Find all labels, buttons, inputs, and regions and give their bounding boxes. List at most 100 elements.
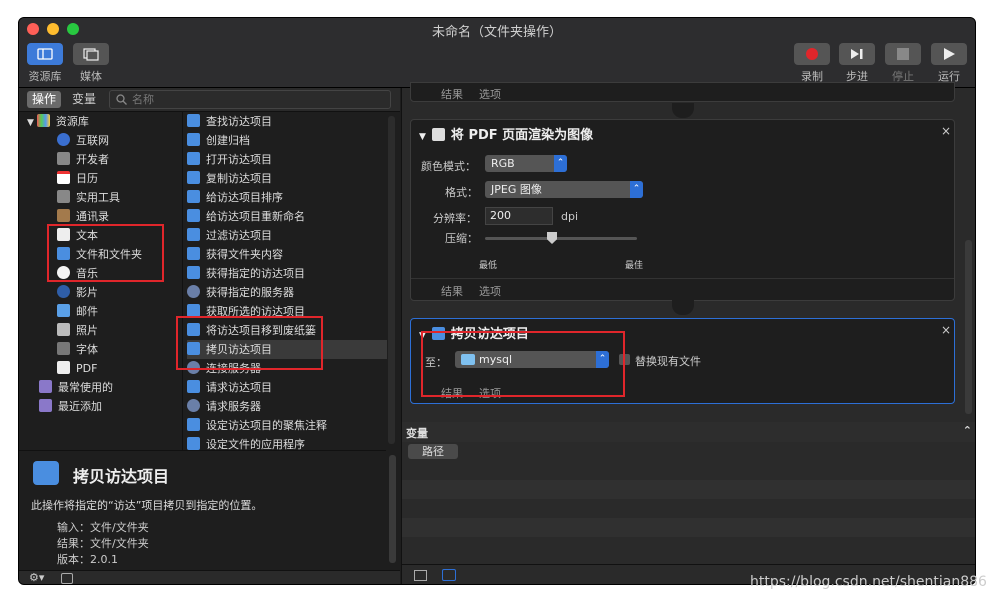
finder-icon [187, 209, 200, 222]
action-item[interactable]: 获得指定的访达项目 [187, 264, 387, 283]
library-icon [36, 114, 50, 127]
category-utilities[interactable]: 实用工具 [57, 188, 120, 207]
step-icon [851, 49, 863, 59]
category-calendar[interactable]: 日历 [57, 169, 98, 188]
variables-row [402, 499, 975, 518]
action-item[interactable]: 打开访达项目 [187, 150, 387, 169]
description-text: 此操作将指定的“访达”项目拷贝到指定的位置。 [31, 499, 263, 512]
replace-existing-label: 替换现有文件 [635, 355, 701, 368]
category-fonts[interactable]: 字体 [57, 340, 98, 359]
action-description: 拷贝访达项目 此操作将指定的“访达”项目拷贝到指定的位置。 输入：文件/文件夹 … [19, 450, 396, 570]
resolution-label: 分辨率： [433, 212, 477, 225]
action-item[interactable]: 获得文件夹内容 [187, 245, 387, 264]
results-tab[interactable]: 结果 [441, 283, 463, 299]
tab-variables[interactable]: 变量 [67, 91, 101, 108]
run-button[interactable] [931, 43, 967, 65]
stop-button[interactable] [885, 43, 921, 65]
tools-icon [57, 152, 70, 165]
category-label: 最常使用的 [58, 381, 113, 394]
compression-label: 压缩： [445, 232, 478, 245]
media-button[interactable] [73, 43, 109, 65]
format-label: 格式： [445, 186, 478, 199]
variables-title: 变量 [406, 427, 428, 440]
options-tab[interactable]: 选项 [479, 86, 501, 102]
window-title: 未命名（文件夹操作） [431, 25, 562, 40]
gear-menu-icon[interactable]: ⚙▾ [29, 571, 44, 584]
category-developer[interactable]: 开发者 [57, 150, 109, 169]
compression-slider[interactable] [485, 237, 637, 240]
action-item[interactable]: 给访达项目排序 [187, 188, 387, 207]
category-mail[interactable]: 邮件 [57, 302, 98, 321]
workflow-scrollbar[interactable] [965, 240, 972, 414]
search-icon [116, 94, 127, 105]
action-item-label: 请求访达项目 [206, 381, 272, 394]
calendar-icon [57, 171, 70, 184]
action-item[interactable]: 请求访达项目 [187, 378, 387, 397]
action-item-label: 给访达项目重新命名 [206, 210, 305, 223]
format-select[interactable]: JPEG 图像 ⌃ [485, 181, 643, 198]
finder-icon [187, 437, 200, 450]
action-item[interactable]: 复制访达项目 [187, 169, 387, 188]
action-item[interactable]: 获得指定的服务器 [187, 283, 387, 302]
disclosure-triangle-icon: ▼ [27, 118, 34, 128]
action-item[interactable]: 给访达项目重新命名 [187, 207, 387, 226]
slider-thumb[interactable] [547, 232, 557, 244]
close-icon[interactable]: × [941, 323, 951, 337]
action-item-label: 给访达项目排序 [206, 191, 283, 204]
globe-icon [57, 133, 70, 146]
watermark: https://blog.csdn.net/shentian886 [750, 574, 987, 590]
finder-icon [187, 133, 200, 146]
step-button[interactable] [839, 43, 875, 65]
chevron-updown-icon: ⌃ [554, 155, 567, 172]
card-divider [411, 278, 954, 279]
library-tabs: 操作 变量 名称 [19, 88, 400, 112]
log-view-icon[interactable] [442, 569, 456, 581]
action-item[interactable]: 请求服务器 [187, 397, 387, 416]
category-movies[interactable]: 影片 [57, 283, 98, 302]
category-photos[interactable]: 照片 [57, 321, 98, 340]
close-icon[interactable]: × [941, 124, 951, 138]
chevron-up-icon[interactable]: ⌃ [963, 424, 972, 437]
tab-actions[interactable]: 操作 [27, 91, 62, 108]
smart-group-recent[interactable]: 最近添加 [39, 397, 102, 416]
description-toggle-icon[interactable] [61, 573, 73, 584]
action-item-label: 获得文件夹内容 [206, 248, 283, 261]
resolution-input[interactable]: 200 [485, 207, 553, 225]
color-mode-select[interactable]: RGB ⌃ [485, 155, 567, 172]
record-button[interactable] [794, 43, 830, 65]
variables-header: 变量 ⌃ [402, 422, 975, 442]
description-scrollbar[interactable] [389, 455, 396, 563]
render-pdf-title: ▼ 将 PDF 页面渲染为图像 [419, 128, 594, 143]
automator-window: 未命名（文件夹操作） 资源库 媒体 录制 步进 停止 运行 操作 变量 名称 ▼… [18, 17, 976, 585]
search-input[interactable]: 名称 [109, 90, 391, 109]
media-icon [83, 48, 99, 61]
category-pdf[interactable]: PDF [57, 359, 97, 378]
server-icon [187, 285, 200, 298]
render-pdf-card: ▼ 将 PDF 页面渲染为图像 × 颜色模式： RGB ⌃ 格式： JPEG 图像 ⌃… [410, 119, 955, 301]
library-toggle-button[interactable] [27, 43, 63, 65]
description-title: 拷贝访达项目 [73, 467, 170, 486]
variables-path-column[interactable]: 路径 [408, 444, 458, 459]
action-item[interactable]: 设定访达项目的聚焦注释 [187, 416, 387, 435]
color-mode-label: 颜色模式： [421, 160, 476, 173]
options-tab[interactable]: 选项 [479, 283, 501, 299]
slider-min-label: 最低 [479, 261, 498, 271]
finder-icon [187, 190, 200, 203]
finder-icon [187, 266, 200, 279]
highlight-box-actions [176, 316, 323, 370]
action-item-label: 查找访达项目 [206, 115, 272, 128]
list-view-icon[interactable] [414, 570, 427, 581]
category-internet[interactable]: 互联网 [57, 131, 109, 150]
action-item[interactable]: 查找访达项目 [187, 112, 387, 131]
library-root[interactable]: ▼ 资源库 [27, 112, 89, 131]
action-item[interactable]: 过滤访达项目 [187, 226, 387, 245]
results-tab[interactable]: 结果 [441, 86, 463, 102]
sidebar-icon [37, 48, 53, 60]
action-list-scrollbar[interactable] [388, 116, 395, 444]
copy-finder-items-card: ▼ 拷贝访达项目 × 至： mysql ⌃ 替换现有文件 结果 选项 [410, 318, 955, 404]
action-item-label: 过滤访达项目 [206, 229, 272, 242]
finder-icon [187, 152, 200, 165]
smart-group-most-used[interactable]: 最常使用的 [39, 378, 113, 397]
action-item-label: 打开访达项目 [206, 153, 272, 166]
action-item[interactable]: 创建归档 [187, 131, 387, 150]
